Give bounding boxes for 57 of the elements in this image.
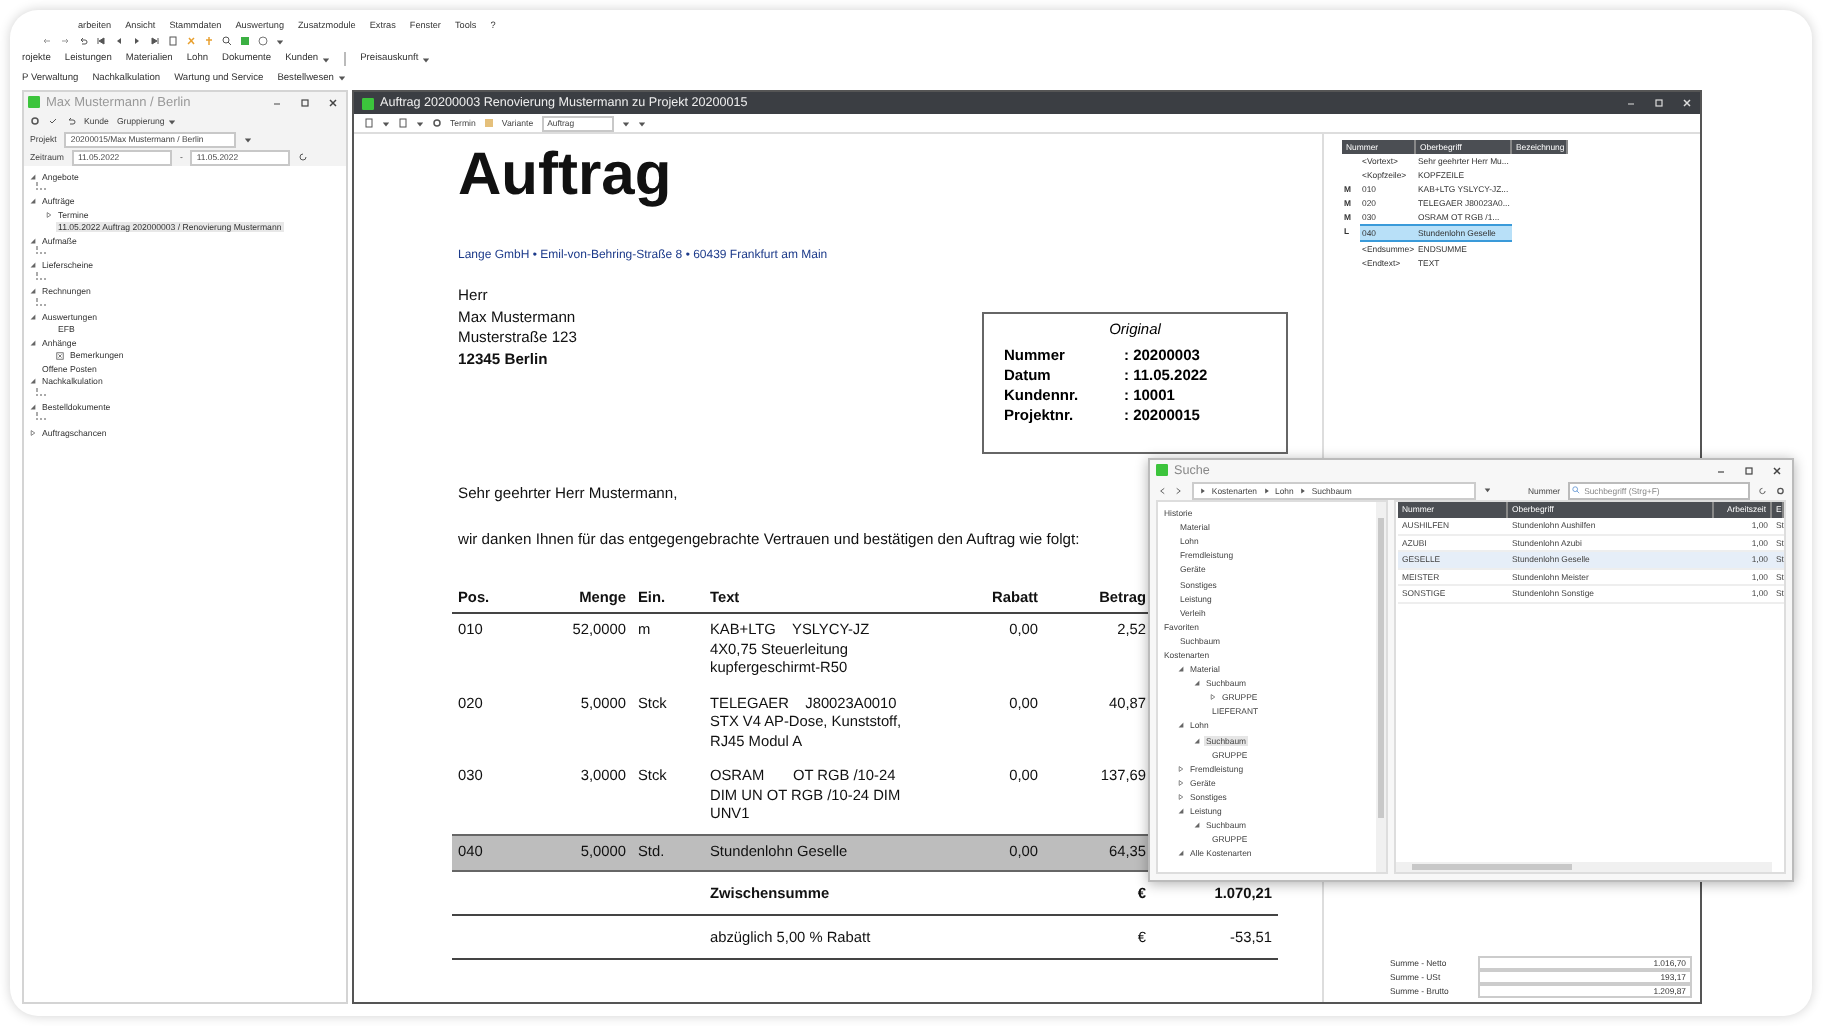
expand-arrow-icon <box>1210 694 1216 701</box>
refresh-icon[interactable] <box>298 152 309 162</box>
caret-icon <box>416 119 424 127</box>
note-icon <box>56 351 64 360</box>
collapse-arrow-icon <box>30 288 36 295</box>
minimize-button[interactable] <box>1716 465 1726 475</box>
chevron-icon <box>1263 487 1269 493</box>
document-heading: Auftrag <box>458 142 672 212</box>
caret-icon <box>382 119 390 127</box>
collapse-arrow-icon <box>30 339 36 346</box>
search-icon[interactable] <box>222 36 232 46</box>
caret-icon <box>1483 486 1491 494</box>
close-button[interactable] <box>328 97 338 107</box>
app-icon <box>1156 464 1168 476</box>
collapse-arrow-icon <box>30 237 36 244</box>
refresh-icon[interactable] <box>1758 485 1768 495</box>
undo-icon[interactable] <box>66 116 76 126</box>
forward-arrow-icon[interactable] <box>60 36 70 46</box>
collapse-arrow-icon <box>1178 722 1184 729</box>
caret-icon <box>244 135 253 143</box>
collapse-arrow-icon <box>1194 822 1200 829</box>
app-icon <box>28 96 40 108</box>
maximize-button[interactable] <box>300 97 310 107</box>
collapse-arrow-icon <box>30 262 36 269</box>
undo-icon[interactable] <box>78 36 88 46</box>
collapse-arrow-icon <box>30 173 36 180</box>
caret-icon <box>422 55 431 64</box>
chevron-icon <box>1299 487 1306 493</box>
expand-arrow-icon <box>46 211 52 218</box>
scrollbar[interactable] <box>1376 502 1386 872</box>
caret-icon <box>276 37 284 45</box>
scrollbar[interactable] <box>1396 862 1772 872</box>
collapse-arrow-icon <box>1194 737 1200 744</box>
expand-arrow-icon <box>30 429 36 435</box>
next-record-icon[interactable] <box>132 36 142 46</box>
collapse-arrow-icon <box>1194 680 1200 687</box>
collapse-arrow-icon <box>1178 666 1184 673</box>
caret-icon <box>168 117 177 125</box>
back-arrow-icon[interactable] <box>42 36 52 46</box>
caret-icon <box>322 55 331 64</box>
collapse-arrow-icon <box>30 403 36 410</box>
first-record-icon[interactable] <box>96 36 106 46</box>
chevron-icon <box>1199 487 1206 493</box>
last-record-icon[interactable] <box>150 36 160 46</box>
caret-icon <box>337 74 346 83</box>
collapse-arrow-icon <box>30 313 36 320</box>
search-icon <box>1572 485 1581 493</box>
close-button[interactable] <box>1772 465 1782 475</box>
collapse-arrow-icon <box>1178 850 1184 857</box>
collapse-arrow-icon <box>30 377 36 384</box>
minimize-button[interactable] <box>1626 98 1636 108</box>
maximize-button[interactable] <box>1744 465 1754 475</box>
collapse-arrow-icon <box>1178 808 1184 815</box>
app-icon <box>362 97 374 109</box>
collapse-arrow-icon <box>30 198 36 205</box>
previous-record-icon[interactable] <box>114 36 124 46</box>
dropdown-button[interactable] <box>244 135 253 143</box>
